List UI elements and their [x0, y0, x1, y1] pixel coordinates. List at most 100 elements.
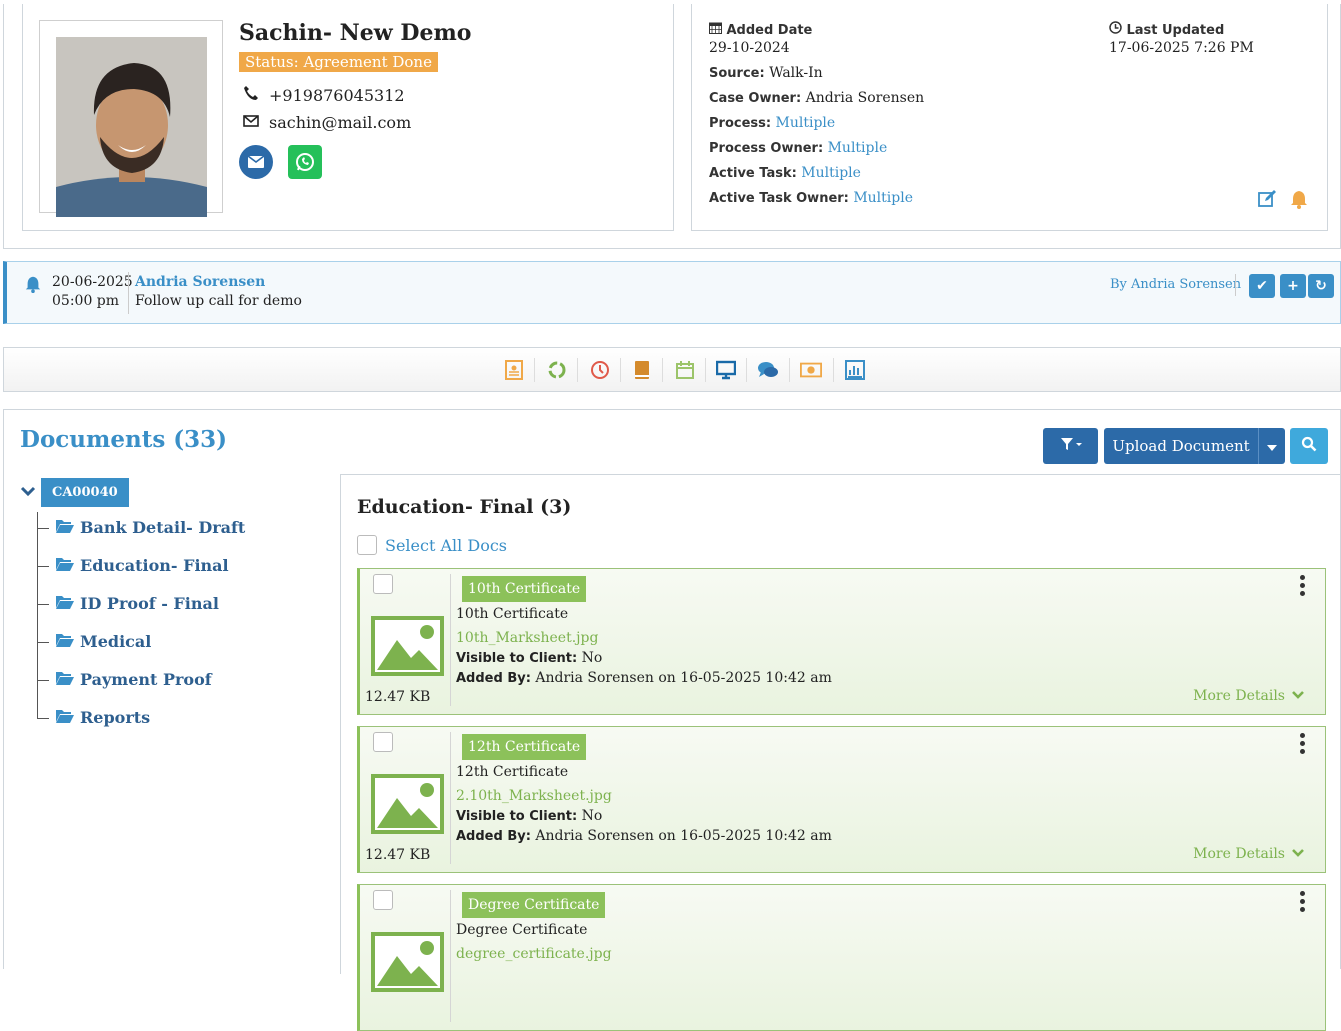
document-size: 12.47 KB: [365, 847, 431, 863]
added-by-value: Andria Sorensen on 16-05-2025 10:42 am: [535, 828, 832, 844]
image-placeholder-icon[interactable]: [371, 932, 444, 992]
active-task-row: Active Task: Multiple: [709, 165, 861, 181]
money-icon[interactable]: [800, 359, 822, 381]
visible-value: No: [581, 650, 603, 666]
add-reminder-button[interactable]: +: [1280, 274, 1306, 298]
refresh-icon: ↻: [1315, 278, 1327, 294]
document-file-link[interactable]: 10th_Marksheet.jpg: [456, 630, 598, 646]
email-row: sachin@mail.com: [243, 113, 411, 132]
clock-small-icon: [1109, 21, 1126, 38]
folder-item[interactable]: Bank Detail- Draft: [56, 518, 245, 537]
filter-icon: [1060, 437, 1082, 455]
source-row: Source: Walk-In: [709, 65, 823, 81]
tree-connector: [37, 604, 49, 605]
chat-icon[interactable]: [757, 359, 779, 381]
folder-open-icon: [56, 632, 74, 651]
folder-open-icon: [56, 708, 74, 727]
upload-document-button[interactable]: Upload Document: [1104, 428, 1258, 464]
chevron-down-icon[interactable]: [20, 486, 36, 502]
process-owner-link[interactable]: Multiple: [828, 140, 888, 156]
added-by-value: Andria Sorensen on 16-05-2025 10:42 am: [535, 670, 832, 686]
filter-button[interactable]: [1043, 428, 1098, 464]
folder-title: Education- Final (3): [357, 496, 572, 518]
select-all-label: Select All Docs: [385, 535, 507, 555]
document-checkbox[interactable]: [373, 890, 393, 910]
process-row: Process: Multiple: [709, 115, 835, 131]
send-email-button[interactable]: [239, 145, 273, 179]
monitor-icon[interactable]: [715, 359, 737, 381]
reminder-owner-link[interactable]: Andria Sorensen: [135, 274, 265, 290]
image-placeholder-icon[interactable]: [371, 774, 444, 834]
image-placeholder-icon[interactable]: [371, 616, 444, 676]
folder-item[interactable]: Education- Final: [56, 556, 229, 575]
upload-dropdown-button[interactable]: [1258, 428, 1285, 464]
case-owner-row: Case Owner: Andria Sorensen: [709, 90, 924, 106]
refresh-reminder-button[interactable]: ↻: [1308, 274, 1334, 298]
added-date-label-row: Added Date: [709, 21, 812, 38]
process-link[interactable]: Multiple: [776, 115, 836, 131]
book-icon[interactable]: [631, 359, 653, 381]
recycle-icon[interactable]: [546, 359, 568, 381]
phone-number[interactable]: +919876045312: [269, 86, 405, 105]
process-owner-label: Process Owner:: [709, 141, 824, 156]
edit-icon[interactable]: [1258, 190, 1278, 212]
kebab-menu-icon[interactable]: [1299, 891, 1305, 912]
section-toolbar: [3, 347, 1341, 392]
document-card[interactable]: 12th Certificate 12th Certificate 2.10th_M…: [357, 726, 1326, 873]
case-owner-label: Case Owner:: [709, 91, 802, 106]
case-id-node[interactable]: CA00040: [41, 478, 129, 507]
more-details-toggle[interactable]: More Details: [1193, 688, 1305, 704]
active-task-owner-row: Active Task Owner: Multiple: [709, 190, 913, 206]
kebab-menu-icon[interactable]: [1299, 733, 1305, 754]
complete-reminder-button[interactable]: ✔: [1249, 274, 1275, 298]
document-file-link[interactable]: degree_certificate.jpg: [456, 946, 612, 962]
document-file-link[interactable]: 2.10th_Marksheet.jpg: [456, 788, 612, 804]
added-by-label: Added By:: [456, 829, 531, 844]
visible-to-client-row: Visible to Client: No: [456, 808, 602, 824]
added-date-label: Added Date: [726, 23, 813, 38]
document-checkbox[interactable]: [373, 732, 393, 752]
card-divider: [450, 574, 451, 706]
reminder-time: 05:00 pm: [52, 293, 120, 309]
select-all-checkbox[interactable]: [357, 535, 377, 555]
document-checkbox[interactable]: [373, 574, 393, 594]
report-icon[interactable]: [844, 359, 866, 381]
folder-item[interactable]: Payment Proof: [56, 670, 212, 689]
folder-open-icon: [56, 670, 74, 689]
calendar-small-icon: [709, 22, 726, 38]
active-task-link[interactable]: Multiple: [801, 165, 861, 181]
folder-item[interactable]: ID Proof - Final: [56, 594, 219, 613]
email-address[interactable]: sachin@mail.com: [269, 113, 411, 132]
more-details-toggle[interactable]: More Details: [1193, 846, 1305, 862]
status-badge: Status: Agreement Done: [239, 52, 438, 72]
bell-icon[interactable]: [1289, 189, 1309, 213]
calendar-icon[interactable]: [674, 359, 696, 381]
visible-label: Visible to Client:: [456, 651, 578, 666]
toolbar-divider: [833, 358, 834, 382]
caret-down-icon: [1267, 437, 1277, 455]
profile-photo: [56, 37, 207, 217]
clock-icon[interactable]: [589, 359, 611, 381]
folder-label: ID Proof - Final: [80, 594, 219, 613]
added-date-value: 29-10-2024: [709, 40, 790, 56]
document-type-badge: Degree Certificate: [462, 892, 606, 918]
folder-item[interactable]: Medical: [56, 632, 151, 651]
search-documents-button[interactable]: [1290, 428, 1328, 464]
reminder-bar: 20-06-2025 05:00 pm Andria Sorensen Foll…: [3, 261, 1341, 324]
search-icon: [1301, 436, 1317, 456]
whatsapp-button[interactable]: [288, 145, 322, 179]
document-card[interactable]: Degree Certificate Degree Certificate degr…: [357, 884, 1326, 1031]
document-type-badge: 12th Certificate: [462, 734, 587, 760]
document-type-badge: 10th Certificate: [462, 576, 587, 602]
more-details-label: More Details: [1193, 846, 1285, 862]
document-name: 12th Certificate: [456, 764, 569, 780]
folder-item[interactable]: Reports: [56, 708, 150, 727]
document-card[interactable]: 10th Certificate 10th Certificate 10th_Mar…: [357, 568, 1326, 715]
phone-row: +919876045312: [243, 85, 405, 105]
folder-open-icon: [56, 518, 74, 537]
active-task-owner-link[interactable]: Multiple: [853, 190, 913, 206]
kebab-menu-icon[interactable]: [1299, 575, 1305, 596]
contact-card-icon[interactable]: [503, 359, 525, 381]
more-details-label: More Details: [1193, 688, 1285, 704]
select-all-docs[interactable]: Select All Docs: [357, 535, 507, 555]
